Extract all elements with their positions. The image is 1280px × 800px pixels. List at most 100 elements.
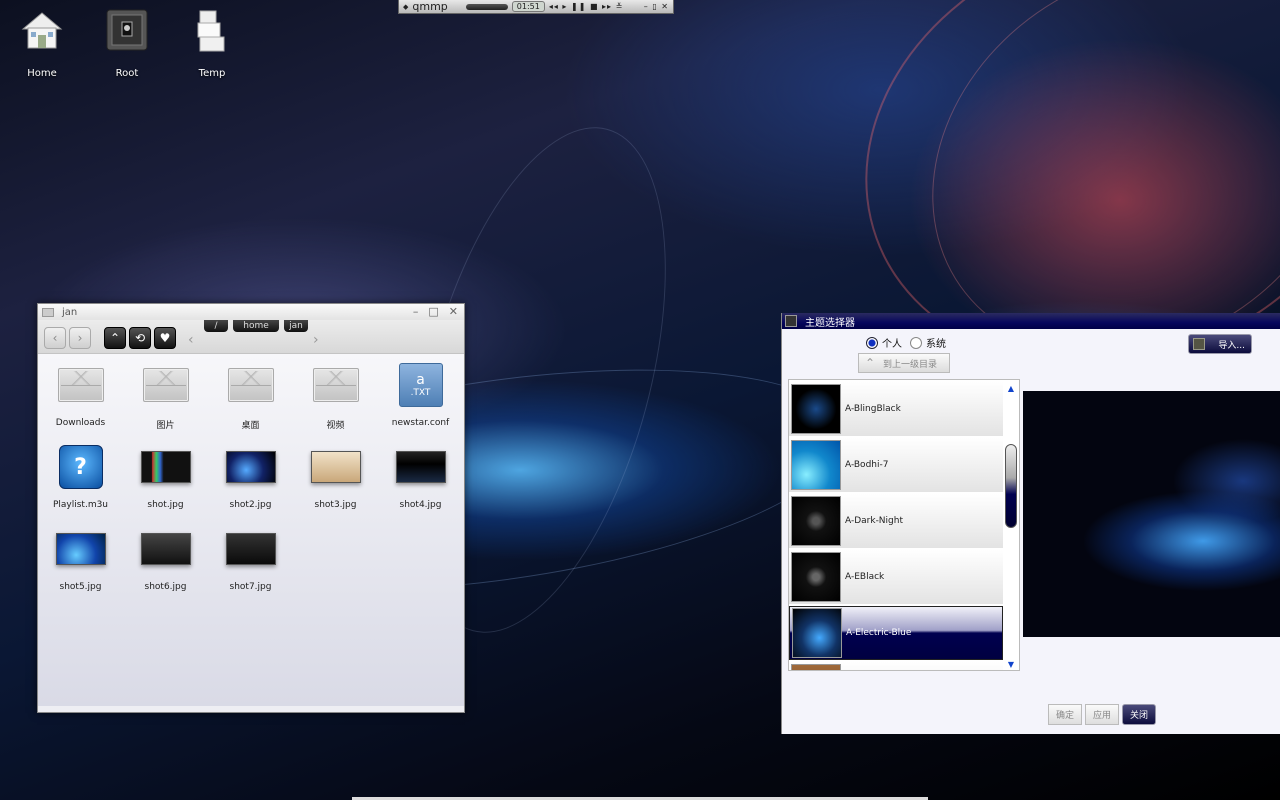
desktop-icon-label: Temp [198,68,226,79]
up-button[interactable]: ⌃ [104,327,126,349]
theme-selector-window: 主题选择器 个人 系统 ⌃ 到上一级目录 导入... A-BlingBlack … [781,313,1280,734]
qmmp-menu-icon[interactable]: ◆ [403,3,408,11]
theme-thumbnail [791,496,841,546]
import-button[interactable]: 导入... [1188,334,1252,354]
breadcrumb-home[interactable]: home [233,320,279,332]
import-icon [1193,338,1205,350]
theme-source-radio-group: 个人 系统 [866,335,946,350]
file-manager-titlebar[interactable]: jan – □ ✕ [38,304,464,320]
heart-icon: ♥ [159,331,171,345]
file-item-downloads[interactable]: Downloads [38,354,123,428]
qmmp-player-bar[interactable]: ◆ qmmp 01:51 ◂◂ ▸ ❚❚ ■ ▸▸ ≚ – ▯ ✕ [398,0,674,14]
image-thumbnail-icon [395,451,446,483]
breadcrumb-jan[interactable]: jan [284,320,308,332]
desktop-icon-temp[interactable]: Temp [172,6,252,79]
file-item-shot2[interactable]: shot2.jpg [208,436,293,510]
back-button[interactable]: ‹ [44,327,66,349]
scrollbar-thumb[interactable] [1005,444,1017,528]
qmmp-playback-controls[interactable]: ◂◂ ▸ ❚❚ ■ ▸▸ ≚ [549,2,623,11]
forward-arrow-icon: › [77,331,83,345]
safe-icon [103,6,151,54]
theme-thumbnail [792,608,842,658]
window-title: 主题选择器 [805,317,855,329]
theme-item-selected[interactable]: A-Electric-Blue [789,606,1003,660]
file-item-shot7[interactable]: shot7.jpg [208,518,293,592]
image-thumbnail-icon [55,533,106,565]
file-item-shot4[interactable]: shot4.jpg [378,436,463,510]
window-icon [785,315,797,327]
apply-button[interactable]: 应用 [1085,704,1119,725]
theme-item-partial[interactable] [789,662,1003,670]
back-arrow-icon: ‹ [52,331,58,345]
desktop-icon-home[interactable]: Home [2,6,82,79]
qmmp-time: 01:51 [511,1,545,12]
theme-thumbnail [791,384,841,434]
theme-list-scrollbar[interactable]: ▲ ▼ [1005,384,1017,670]
file-item-shot3[interactable]: shot3.jpg [293,436,378,510]
theme-thumbnail [791,440,841,490]
maximize-button[interactable]: □ [428,305,438,318]
parent-directory-button[interactable]: ⌃ 到上一级目录 [858,353,950,373]
qmmp-seek-slider[interactable] [465,3,508,10]
up-level-icon: ⌃ [865,356,876,370]
qmmp-window-buttons[interactable]: – ▯ ✕ [644,2,669,11]
file-item-videos[interactable]: 视频 [293,354,378,431]
image-thumbnail-icon [140,533,191,565]
theme-item[interactable]: A-BlingBlack [789,382,1003,436]
theme-item[interactable]: A-EBlack [789,550,1003,604]
folder-icon [312,368,359,402]
refresh-button[interactable]: ⟲ [129,327,151,349]
qmmp-title: qmmp [412,0,448,13]
close-dialog-button[interactable]: 关闭 [1122,704,1156,725]
folder-icon [142,368,189,402]
breadcrumb-scroll-right-icon[interactable]: › [313,332,319,348]
text-file-icon: a .TXT [398,363,443,407]
playlist-help-icon: ? [58,445,103,489]
file-item-shot[interactable]: shot.jpg [123,436,208,510]
file-manager-window: jan – □ ✕ ‹ › ⌃ ⟲ ♥ ‹ / home jan › Downl… [37,303,465,713]
theme-list[interactable]: A-BlingBlack A-Bodhi-7 A-Dark-Night A-EB… [788,379,1020,671]
file-item-pictures[interactable]: 图片 [123,354,208,431]
radio-system[interactable] [910,336,922,349]
file-item-shot5[interactable]: shot5.jpg [38,518,123,592]
file-item-shot6[interactable]: shot6.jpg [123,518,208,592]
theme-item[interactable]: A-Dark-Night [789,494,1003,548]
desktop-icon-label: Root [115,68,139,79]
minimize-button[interactable]: – [413,305,419,318]
desktop-icon-root[interactable]: Root [87,6,167,79]
file-item-desktop[interactable]: 桌面 [208,354,293,431]
house-icon [18,6,66,54]
up-arrow-icon: ⌃ [109,331,121,345]
window-title: jan [62,306,78,318]
file-manager-toolbar: ‹ › ⌃ ⟲ ♥ ‹ / home jan › [38,320,464,354]
breadcrumb-scroll-left-icon[interactable]: ‹ [188,332,194,348]
theme-item[interactable]: A-Bodhi-7 [789,438,1003,492]
theme-thumbnail [791,664,841,670]
folder-icon [227,368,274,402]
image-thumbnail-icon [140,451,191,483]
radio-personal-label: 个人 [882,339,902,350]
file-item-playlist[interactable]: ? Playlist.m3u [38,436,123,510]
radio-system-label: 系统 [926,339,946,350]
window-icon [42,307,54,317]
desktop-icon-label: Home [27,68,57,79]
image-thumbnail-icon [225,451,276,483]
scroll-down-icon[interactable]: ▼ [1005,660,1017,670]
radio-personal[interactable] [866,336,878,349]
ok-button[interactable]: 确定 [1048,704,1082,725]
file-item-newstar-conf[interactable]: a .TXT newstar.conf [378,354,463,428]
file-view[interactable]: Downloads 图片 桌面 视频 a .TXT newstar.conf ? … [38,354,464,706]
forward-button[interactable]: › [69,327,91,349]
theme-selector-titlebar[interactable]: 主题选择器 [782,313,1280,329]
theme-thumbnail [791,552,841,602]
scroll-up-icon[interactable]: ▲ [1005,384,1017,394]
theme-preview [1023,391,1280,637]
folder-icon [57,368,104,402]
refresh-icon: ⟲ [134,331,146,345]
close-button[interactable]: ✕ [449,305,458,318]
favorite-button[interactable]: ♥ [154,327,176,349]
boxes-icon [188,6,236,54]
image-thumbnail-icon [310,451,361,483]
breadcrumb-root[interactable]: / [204,320,228,332]
image-thumbnail-icon [225,533,276,565]
